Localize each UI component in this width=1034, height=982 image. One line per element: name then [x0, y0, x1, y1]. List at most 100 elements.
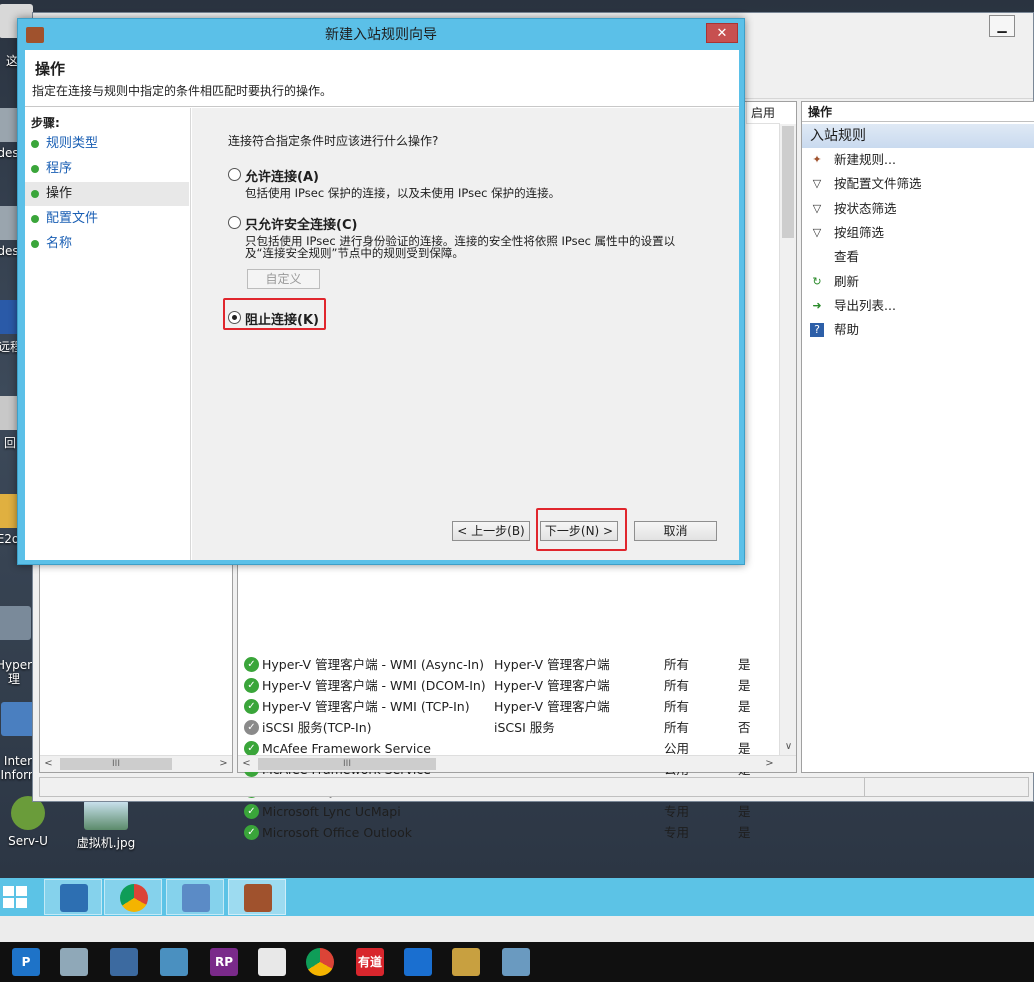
wizard-body: 操作 指定在连接与规则中指定的条件相匹配时要执行的操作。 步骤: 规则类型 程序操… — [25, 50, 739, 560]
calculator-icon[interactable] — [258, 948, 286, 976]
action-item-5[interactable]: ↻ 刷新 — [802, 270, 1034, 294]
taskbar-server-manager[interactable] — [44, 879, 102, 915]
table-row[interactable]: ✓ Microsoft Lync UcMapi 专用 是 — [238, 801, 780, 822]
app-icon[interactable] — [502, 948, 530, 976]
rule-name: Hyper-V 管理客户端 - WMI (TCP-In) — [262, 699, 470, 714]
minimize-button[interactable]: ▁ — [989, 15, 1015, 37]
app-icon[interactable] — [452, 948, 480, 976]
rule-disabled-icon: ✓ — [244, 720, 259, 735]
scroll-left-icon[interactable]: < — [238, 756, 255, 772]
step-bullet-icon — [31, 240, 39, 248]
action-item-7[interactable]: ? 帮助 — [802, 318, 1034, 342]
youdao-icon[interactable]: 有道 — [356, 948, 384, 976]
firewall-icon — [26, 27, 44, 43]
rule-group: iSCSI 服务 — [494, 720, 555, 735]
step-bullet-icon — [31, 165, 39, 173]
cancel-button[interactable]: 取消 — [634, 521, 717, 541]
step-item-4[interactable]: 名称 — [25, 232, 189, 256]
question-text: 连接符合指定条件时应该进行什么操作? — [228, 134, 439, 148]
taskbar-chrome[interactable] — [104, 879, 162, 915]
chrome-icon — [120, 884, 148, 912]
radio-allow[interactable] — [228, 168, 241, 181]
rule-profile: 所有 — [664, 720, 690, 735]
rule-enabled-icon: ✓ — [244, 678, 259, 693]
refresh-icon: ↻ — [812, 274, 822, 288]
table-row[interactable]: ✓ iSCSI 服务(TCP-In) iSCSI 服务 所有 否 — [238, 717, 780, 738]
option-secure-label[interactable]: 只允许安全连接(C) — [245, 214, 357, 233]
step-item-1[interactable]: 程序 — [25, 157, 189, 181]
app-icon[interactable] — [110, 948, 138, 976]
action-item-label: 按组筛选 — [834, 224, 885, 240]
action-item-2[interactable]: ▽ 按状态筛选 — [802, 197, 1034, 221]
step-bullet-icon — [31, 190, 39, 198]
step-item-2[interactable]: 操作 — [25, 182, 189, 206]
rule-name: Hyper-V 管理客户端 - WMI (DCOM-In) — [262, 678, 486, 693]
scroll-thumb[interactable]: III — [258, 758, 436, 770]
close-icon: ✕ — [716, 26, 728, 41]
app-icon[interactable] — [60, 948, 88, 976]
action-item-0[interactable]: ✦ 新建规则... — [802, 148, 1034, 172]
table-row[interactable]: ✓ Hyper-V 管理客户端 - WMI (Async-In) Hyper-V 管… — [238, 654, 780, 675]
desktop-icon-servu[interactable]: Serv-U — [0, 796, 58, 848]
radio-secure-only[interactable] — [228, 216, 241, 229]
back-button[interactable]: < 上一步(B) — [452, 521, 530, 541]
close-button[interactable]: ✕ — [706, 23, 738, 43]
option-allow-label[interactable]: 允许连接(A) — [245, 166, 319, 185]
rules-horizontal-scrollbar[interactable]: < III > — [238, 755, 796, 772]
rule-enabled: 是 — [738, 657, 751, 672]
scroll-thumb[interactable]: III — [60, 758, 172, 770]
actions-section-inbound-rules[interactable]: 入站规则 — [802, 124, 1034, 148]
action-item-3[interactable]: ▽ 按组筛选 — [802, 221, 1034, 245]
actions-pane-header: 操作 — [802, 102, 1034, 122]
taskbar-spacer — [0, 916, 1034, 942]
chrome-icon[interactable] — [306, 948, 334, 976]
table-row[interactable]: ✓ Microsoft Office Outlook 专用 是 — [238, 822, 780, 843]
table-row[interactable]: ✓ Hyper-V 管理客户端 - WMI (DCOM-In) Hyper-V 管理… — [238, 675, 780, 696]
rule-enabled-icon: ✓ — [244, 825, 259, 840]
action-item-1[interactable]: ▽ 按配置文件筛选 — [802, 172, 1034, 196]
action-item-label: 帮助 — [834, 322, 860, 338]
scroll-down-icon[interactable]: ∨ — [780, 739, 797, 755]
rule-enabled: 是 — [738, 678, 751, 693]
step-item-0[interactable]: 规则类型 — [25, 132, 189, 156]
scroll-thumb[interactable] — [782, 126, 794, 238]
rule-enabled: 是 — [738, 699, 751, 714]
tree-horizontal-scrollbar[interactable]: < III > — [40, 755, 232, 772]
start-icon — [3, 886, 27, 908]
rule-enabled: 是 — [738, 804, 751, 819]
action-item-label: 新建规则... — [834, 152, 896, 167]
action-item-4[interactable]: 查看 — [802, 245, 1034, 269]
rule-enabled-icon: ✓ — [244, 699, 259, 714]
step-item-3[interactable]: 配置文件 — [25, 207, 189, 231]
rule-profile: 所有 — [664, 657, 690, 672]
taskbar-control-panel[interactable] — [166, 879, 224, 915]
help-icon: ? — [810, 323, 824, 338]
step-bullet-icon — [31, 140, 39, 148]
start-button[interactable] — [0, 879, 40, 915]
rule-name: Microsoft Lync UcMapi — [262, 804, 401, 819]
column-header-enabled[interactable]: 启用 — [746, 102, 780, 124]
scroll-right-icon[interactable]: > — [761, 756, 778, 772]
app-icon[interactable] — [160, 948, 188, 976]
highlight-block-option — [223, 298, 326, 330]
rules-vertical-scrollbar[interactable]: ∨ — [779, 124, 796, 755]
step-bullet-icon — [31, 215, 39, 223]
taskbar-firewall[interactable] — [228, 879, 286, 915]
teamviewer-icon[interactable] — [404, 948, 432, 976]
p-app-icon[interactable]: P — [12, 948, 40, 976]
rule-name: iSCSI 服务(TCP-In) — [262, 720, 372, 735]
filter-icon: ▽ — [812, 201, 822, 215]
highlight-next-button — [536, 508, 627, 551]
axure-rp-icon[interactable]: RP — [210, 948, 238, 976]
rule-enabled: 否 — [738, 720, 751, 735]
step-label: 规则类型 — [46, 136, 99, 151]
desktop-icon-vm-image[interactable]: 虚拟机.jpg — [74, 800, 138, 851]
action-item-6[interactable]: ➜ 导出列表... — [802, 294, 1034, 318]
scroll-right-icon[interactable]: > — [215, 756, 232, 772]
steps-title: 步骤: — [31, 116, 60, 130]
new-inbound-rule-wizard: 新建入站规则向导 ✕ 操作 指定在连接与规则中指定的条件相匹配时要执行的操作。 … — [17, 18, 745, 565]
customize-button[interactable]: 自定义 — [247, 269, 320, 289]
table-row[interactable]: ✓ Hyper-V 管理客户端 - WMI (TCP-In) Hyper-V 管理客… — [238, 696, 780, 717]
rule-enabled-icon: ✓ — [244, 804, 259, 819]
scroll-left-icon[interactable]: < — [40, 756, 57, 772]
